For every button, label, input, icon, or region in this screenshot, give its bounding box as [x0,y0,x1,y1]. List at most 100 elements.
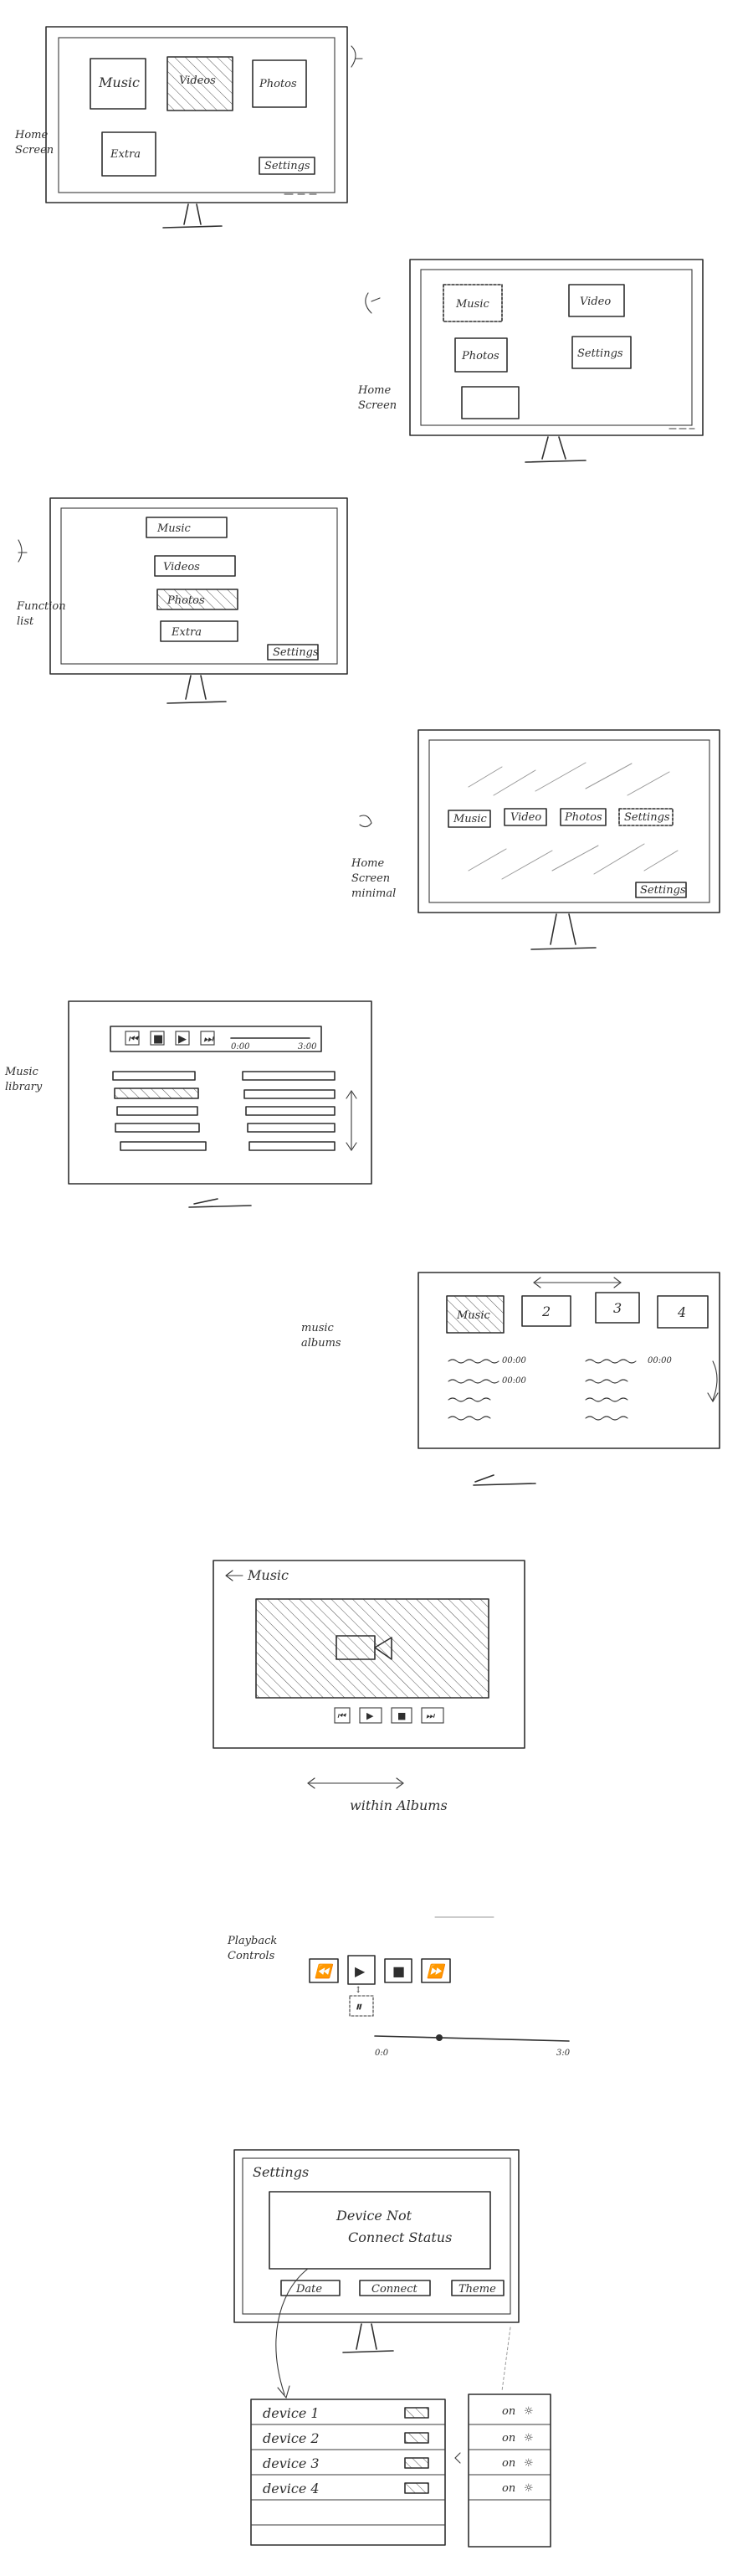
settings-label: Settings [273,646,319,659]
track-time: 00:00 [502,1376,526,1386]
tab-label: Photos [564,811,602,824]
track-row[interactable] [116,1106,198,1116]
list-item-label: Music [156,522,192,535]
sketch-9-settings: Settings Device Not Connect Status Date … [233,2149,551,2548]
track-row[interactable] [448,1379,499,1384]
device-name[interactable]: device 2 [263,2430,320,2446]
play-icon: ▶ [366,1710,374,1721]
side-note: Playback [227,1935,277,1947]
swipe-arrow [533,1277,622,1288]
next-icon: ⏭ [426,1710,436,1721]
track-row[interactable] [242,1071,336,1081]
device-toggle[interactable] [404,2407,429,2419]
scroll-arrow[interactable] [707,1360,719,1403]
track-row[interactable] [245,1106,336,1116]
side-note: albums [301,1337,341,1350]
side-note: music [301,1322,335,1334]
arrow-note [18,539,28,563]
side-note: Screen [358,399,397,412]
device-list-panel [250,2399,446,2546]
sun-icon[interactable]: ☼ [524,2432,534,2445]
sketch-5-music-library: Music library ⏮ ■ ▶ ⏭ 0:00 3:00 [4,1000,372,1208]
monitor-stand [530,913,597,950]
album-label: Music [456,1309,491,1322]
sketch-2-home-grid: Home Screen Music Video Photos Settings [357,259,704,463]
sun-icon[interactable]: ☼ [524,2457,534,2470]
tab-label: Settings [624,811,670,824]
settings-label: Settings [640,884,686,897]
prev-icon: ⏮ [337,1710,347,1721]
track-row[interactable] [585,1397,628,1402]
side-note: list [17,615,34,628]
tile-label: Music [98,75,140,90]
track-row[interactable] [585,1416,628,1421]
tile-label: Extra [110,148,141,161]
device-toggle[interactable] [404,2457,429,2469]
sun-icon[interactable]: ☼ [524,2482,534,2495]
monitor-screen [60,507,338,665]
scroll-arrow[interactable] [346,1090,357,1151]
button-label: Date [295,2283,322,2296]
side-note: Function [16,600,66,613]
next-icon: ⏭ [203,1033,215,1046]
track-row[interactable] [448,1359,499,1364]
stop-icon: ■ [392,1963,405,1979]
side-note: minimal [351,887,396,900]
track-row[interactable] [585,1379,628,1384]
album-label: 3 [613,1300,622,1316]
device-toggle[interactable] [404,2482,429,2494]
prev-icon: ⏮ [128,1033,140,1046]
chevron-left-icon[interactable] [454,2452,461,2464]
device-name[interactable]: device 3 [263,2455,320,2471]
settings-label: Settings [264,160,310,172]
track-row[interactable] [243,1089,336,1099]
play-icon: ▶ [355,1963,366,1979]
monitor-stand [473,1474,536,1486]
arrow-note [359,815,372,828]
progress-track[interactable] [374,2035,570,2042]
sketch-1-home-grid: Home Screen Music Videos Photos Extra Se… [14,26,363,229]
monitor-stand [166,675,227,704]
track-row[interactable] [448,1397,491,1402]
track-row[interactable] [120,1141,207,1151]
tile-label: Music [455,298,490,311]
time-end: 3:00 [298,1042,317,1051]
swipe-arrow [307,1777,404,1789]
track-row-selected[interactable] [114,1087,199,1099]
time-end: 3:0 [556,2049,571,2058]
device-toggle[interactable] [404,2432,429,2444]
status-line: Device Not [336,2208,412,2224]
sketch-4-minimal-home: Home Screen minimal Music Video Photos S… [351,729,720,950]
video-player[interactable] [255,1598,489,1699]
stop-icon: ■ [397,1710,406,1721]
tile-label: Videos [179,75,216,87]
tile-extra[interactable] [461,386,520,419]
track-row[interactable] [248,1141,336,1151]
sun-icon[interactable]: ☼ [524,2405,534,2418]
back-label: Music [247,1567,289,1583]
side-note: Controls [228,1950,275,1962]
monitor-frame [409,259,704,436]
button-label: Theme [458,2283,496,2296]
tile-label: Video [580,296,611,308]
list-item-label: Videos [163,561,200,573]
device-name[interactable]: device 1 [263,2405,320,2421]
track-row[interactable] [247,1123,336,1133]
tile-label: Photos [259,78,297,90]
device-name[interactable]: device 4 [263,2481,320,2496]
toggle-label: on [502,2405,515,2418]
tile-label: Photos [461,350,499,362]
tab-label: Music [453,813,488,825]
track-row[interactable] [585,1359,637,1364]
fast-forward-icon: ⏩ [427,1963,446,1979]
monitor-stand [525,436,587,463]
progress-knob[interactable] [436,2034,443,2041]
back-arrow-icon[interactable] [225,1570,243,1581]
track-row[interactable] [112,1071,196,1081]
button-label: Connect [371,2283,417,2296]
sketch-6-music-albums: music albums Music 2 3 4 00:00 00:00 00:… [301,1272,720,1486]
track-row[interactable] [115,1123,200,1133]
side-note: Home [357,384,391,397]
sketch-sheet: Home Screen Music Videos Photos Extra Se… [0,0,753,2576]
track-row[interactable] [448,1416,491,1421]
